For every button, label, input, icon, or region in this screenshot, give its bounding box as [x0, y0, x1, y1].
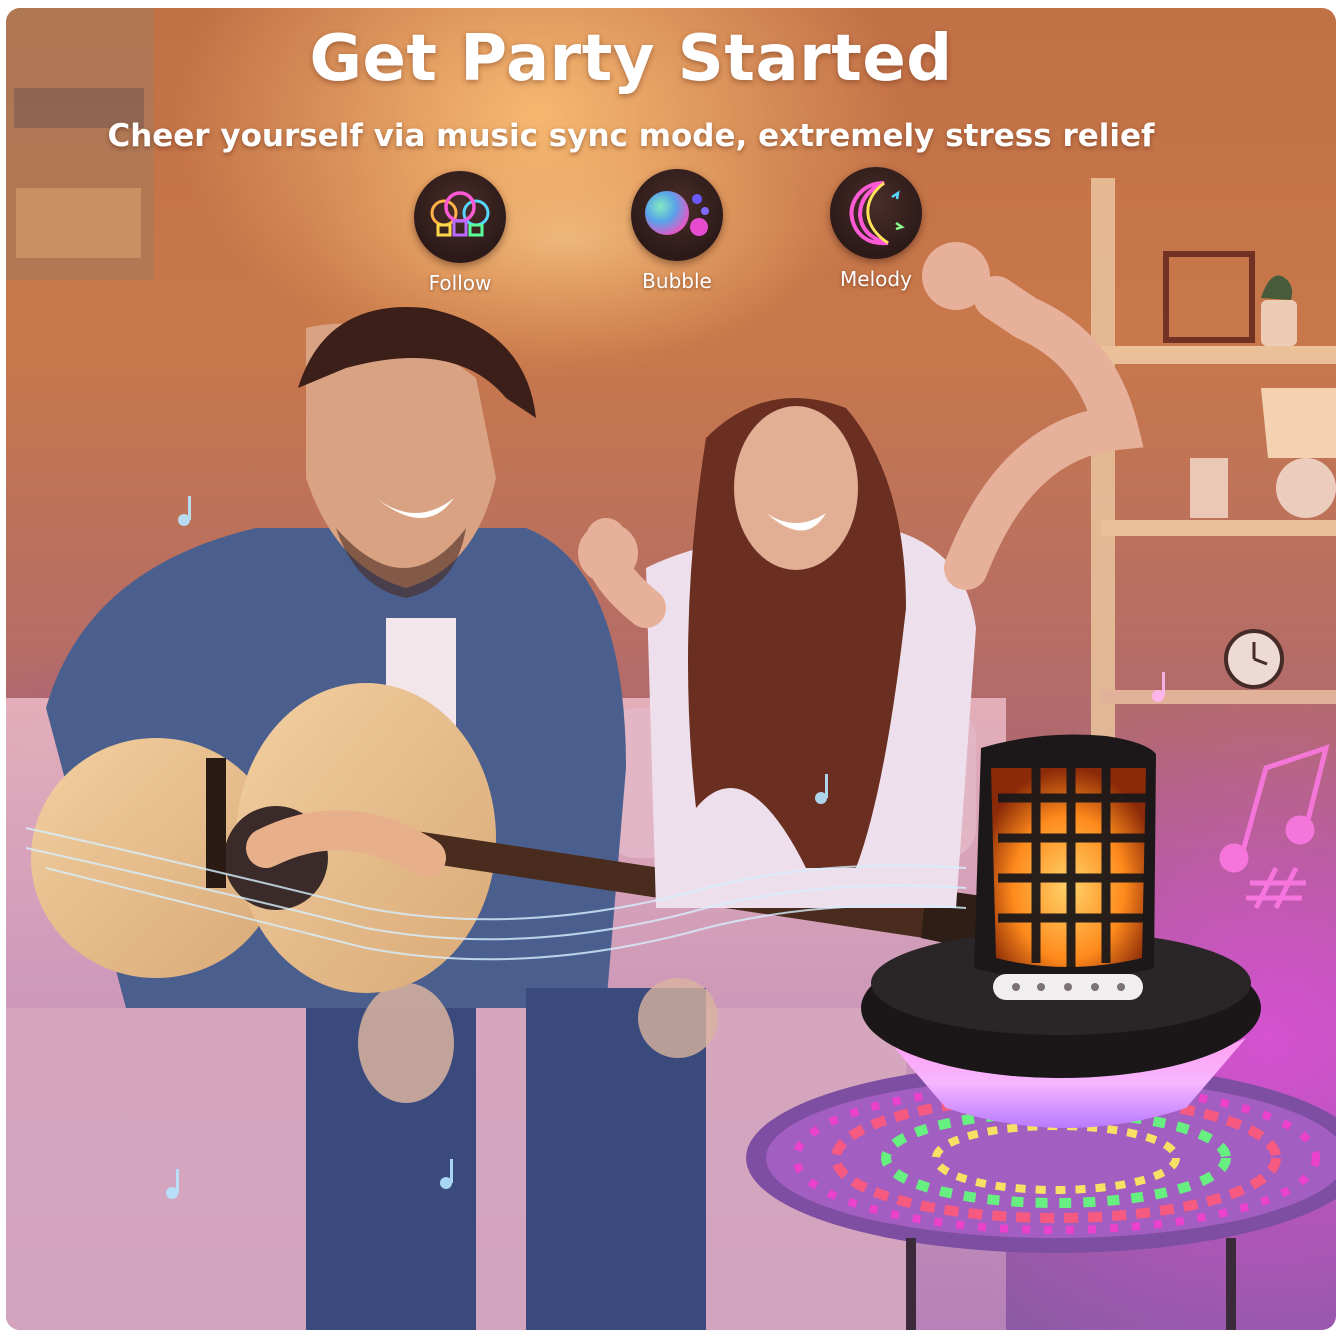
magenta-notes	[1219, 744, 1330, 910]
banner-subtitle: Cheer yourself via music sync mode, extr…	[107, 118, 1155, 154]
mode-melody: Melody	[796, 167, 956, 291]
table-lamp-shade	[1261, 388, 1336, 458]
crescent-moon-icon	[830, 167, 922, 259]
product-banner: Get Party Started Cheer yourself via mus…	[6, 8, 1336, 1330]
mode-bubble: Bubble	[597, 169, 757, 293]
mode-label: Follow	[428, 271, 492, 295]
mode-label: Bubble	[642, 269, 712, 293]
picture-frame	[1163, 251, 1255, 343]
mode-follow: Follow	[380, 171, 540, 295]
light-bulbs-icon	[414, 171, 506, 263]
mode-label: Melody	[840, 267, 912, 291]
bubbles-icon	[631, 169, 723, 261]
banner-title: Get Party Started	[309, 22, 953, 96]
